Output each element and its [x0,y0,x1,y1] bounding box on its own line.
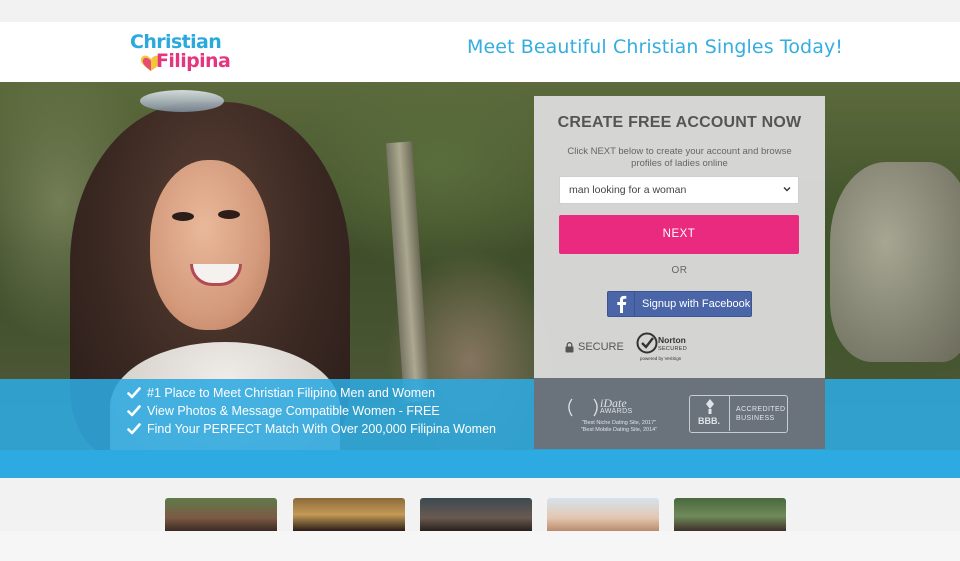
idate-award-line: "Best Mobile Dating Site, 2014" [580,427,658,433]
check-icon [127,387,141,399]
signup-title: CREATE FREE ACCOUNT NOW [557,114,802,131]
logo-text-christian: Christian [130,31,222,53]
idate-awards-badge: iDate AWARDS "Best Niche Dating Site, 20… [564,396,657,436]
site-header: Christian Filipina Meet Beautiful Christ… [0,22,960,82]
bottom-strip [0,531,960,561]
bbb-logo: BBB. [690,396,730,431]
bbb-business-line: BUSINESS [736,415,775,422]
profile-thumbnail[interactable] [547,498,659,531]
bbb-text: BBB. [698,416,720,426]
features-list: #1 Place to Meet Christian Filipino Men … [127,384,496,438]
bbb-accredited-line: ACCREDITED [736,406,786,413]
norton-title: Norton [658,335,686,345]
seeking-select-value: man looking for a woman [569,184,687,196]
profile-thumbnail[interactable] [165,498,277,531]
laurel-icon [568,398,598,417]
norton-secured-text: SECURED [658,346,687,352]
logo-text-filipina: Filipina [156,50,231,72]
feature-text: Find Your PERFECT Match With Over 200,00… [147,422,496,436]
sunglasses [140,90,224,112]
norton-powered-text: powered by VeriSign [640,356,682,361]
bbb-accredited-text: ACCREDITED BUSINESS [736,405,786,423]
norton-check-icon [636,332,658,354]
site-logo[interactable]: Christian Filipina [128,32,238,74]
secure-badge: SECURE [565,341,624,353]
profile-thumbnail[interactable] [420,498,532,531]
facebook-signup-button[interactable]: Signup with Facebook [607,291,752,317]
profile-thumbnail[interactable] [674,498,786,531]
facebook-signup-label: Signup with Facebook [642,298,751,310]
bbb-torch-icon [706,399,714,414]
woman-eye-right [218,210,240,219]
facebook-icon [608,292,635,316]
background-rock [830,162,960,362]
blue-divider-bar [0,450,960,478]
woman-face [150,160,270,330]
idate-sub: AWARDS [600,408,633,415]
signup-subtitle: Click NEXT below to create your account … [567,146,792,169]
feature-item: View Photos & Message Compatible Women -… [127,402,496,420]
lock-icon [565,341,574,352]
feature-text: View Photos & Message Compatible Women -… [147,404,440,418]
check-icon [127,423,141,435]
profile-thumbnail[interactable] [293,498,405,531]
idate-award-line: "Best Niche Dating Site, 2017" [581,420,657,426]
chevron-down-icon [783,187,791,192]
woman-eye-left [172,212,194,221]
feature-item: Find Your PERFECT Match With Over 200,00… [127,420,496,438]
idate-awards-lines: "Best Niche Dating Site, 2017" "Best Mob… [564,420,674,434]
feature-text: #1 Place to Meet Christian Filipino Men … [147,386,436,400]
next-button[interactable]: NEXT [559,215,799,254]
bbb-accredited-badge: BBB. ACCREDITED BUSINESS [689,395,788,433]
or-divider: OR [671,265,688,276]
check-icon [127,405,141,417]
seeking-select[interactable]: man looking for a woman [559,176,799,204]
top-strip [0,0,960,22]
header-tagline: Meet Beautiful Christian Singles Today! [467,36,844,58]
signup-panel: CREATE FREE ACCOUNT NOW Click NEXT below… [534,96,825,449]
norton-secured-badge: Norton SECURED powered by VeriSign [636,332,700,364]
secure-label: SECURE [578,341,624,353]
profile-gallery [0,478,960,531]
feature-item: #1 Place to Meet Christian Filipino Men … [127,384,496,402]
